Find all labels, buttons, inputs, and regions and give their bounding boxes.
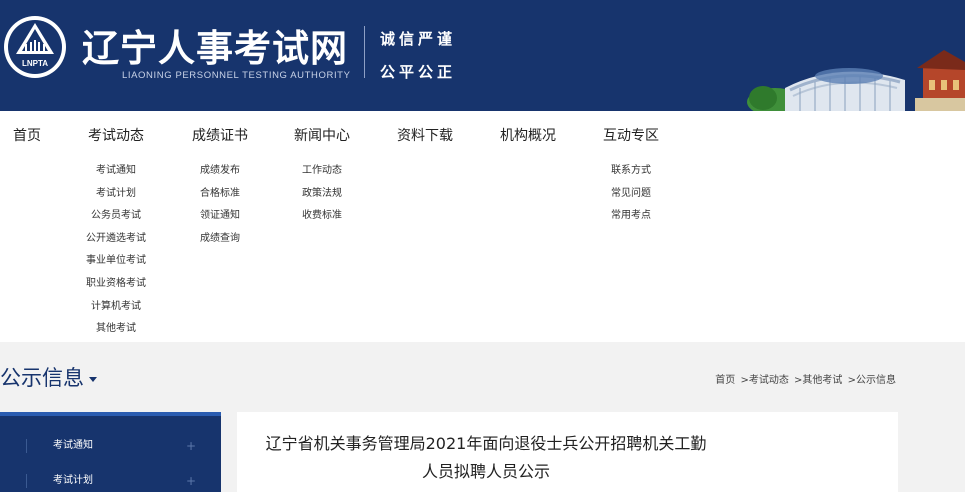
submenu-item[interactable]: 合格标准 <box>178 183 262 206</box>
site-subtitle: LIAONING PERSONNEL TESTING AUTHORITY <box>122 70 351 81</box>
nav-item-news[interactable]: 新闻中心 <box>280 111 364 159</box>
nav-col-downloads: 资料下载 <box>383 111 467 159</box>
submenu-item[interactable]: 领证通知 <box>178 205 262 228</box>
nav-col-home: 首页 <box>10 111 44 159</box>
submenu-item[interactable]: 成绩发布 <box>178 160 262 183</box>
logo-text: LNPTA <box>22 59 48 68</box>
submenu-item[interactable]: 职业资格考试 <box>74 273 158 296</box>
nav-item-home[interactable]: 首页 <box>10 111 44 159</box>
article-title-line1: 辽宁省机关事务管理局2021年面向退役士兵公开招聘机关工勤 <box>265 434 707 453</box>
main-nav: 首页 考试动态 考试通知 考试计划 公务员考试 公开遴选考试 事业单位考试 职业… <box>0 111 965 342</box>
breadcrumb-item[interactable]: >考试动态 <box>740 375 788 386</box>
submenu-item[interactable]: 考试通知 <box>74 160 158 183</box>
submenu-item[interactable]: 事业单位考试 <box>74 250 158 273</box>
submenu-item[interactable]: 其他考试 <box>74 318 158 341</box>
breadcrumb-item[interactable]: 首页 <box>715 375 735 386</box>
sidebar-menu: 考试通知 + 考试计划 + <box>0 412 221 492</box>
nav-col-about: 机构概况 <box>486 111 570 159</box>
caret-down-icon <box>89 376 97 382</box>
nav-col-interactive: 互动专区 联系方式 常见问题 常用考点 <box>589 111 673 228</box>
breadcrumb: 首页 >考试动态 >其他考试 >公示信息 <box>715 371 898 386</box>
nav-col-news: 新闻中心 工作动态 政策法规 收费标准 <box>280 111 364 228</box>
main-content: 公示信息 首页 >考试动态 >其他考试 >公示信息 考试通知 + 考试计划 + … <box>0 342 965 492</box>
submenu-item[interactable]: 常见问题 <box>589 183 673 206</box>
submenu-item[interactable]: 考试计划 <box>74 183 158 206</box>
submenu-item[interactable]: 公开遴选考试 <box>74 228 158 251</box>
motto-line-1: 诚信严谨 <box>380 30 457 48</box>
motto-line-2: 公平公正 <box>380 63 457 81</box>
submenu-interactive: 联系方式 常见问题 常用考点 <box>589 160 673 228</box>
submenu-scores: 成绩发布 合格标准 领证通知 成绩查询 <box>178 160 262 250</box>
sidebar-item-exam-notice[interactable]: 考试通知 + <box>0 429 221 463</box>
sidebar-item-exam-plan[interactable]: 考试计划 + <box>0 464 221 492</box>
submenu-item[interactable]: 收费标准 <box>280 205 364 228</box>
submenu-news: 工作动态 政策法规 收费标准 <box>280 160 364 228</box>
breadcrumb-item[interactable]: >公示信息 <box>848 375 896 386</box>
article-title: 辽宁省机关事务管理局2021年面向退役士兵公开招聘机关工勤 人员拟聘人员公示 <box>241 430 731 486</box>
sidebar-item-label: 考试计划 <box>53 475 93 486</box>
nav-item-downloads[interactable]: 资料下载 <box>383 111 467 159</box>
stadium-image <box>747 50 965 111</box>
submenu-item[interactable]: 计算机考试 <box>74 296 158 319</box>
breadcrumb-item[interactable]: >其他考试 <box>794 375 842 386</box>
nav-item-scores[interactable]: 成绩证书 <box>178 111 262 159</box>
submenu-item[interactable]: 常用考点 <box>589 205 673 228</box>
submenu-item[interactable]: 联系方式 <box>589 160 673 183</box>
nav-item-about[interactable]: 机构概况 <box>486 111 570 159</box>
submenu-item[interactable]: 成绩查询 <box>178 228 262 251</box>
plus-icon[interactable]: + <box>186 429 196 463</box>
nav-col-exam-news: 考试动态 考试通知 考试计划 公务员考试 公开遴选考试 事业单位考试 职业资格考… <box>74 111 158 341</box>
submenu-item[interactable]: 工作动态 <box>280 160 364 183</box>
lnpta-logo-icon[interactable]: LNPTA <box>2 14 68 80</box>
submenu-item[interactable]: 政策法规 <box>280 183 364 206</box>
submenu-exam-news: 考试通知 考试计划 公务员考试 公开遴选考试 事业单位考试 职业资格考试 计算机… <box>74 160 158 341</box>
nav-item-interactive[interactable]: 互动专区 <box>589 111 673 159</box>
nav-item-exam-news[interactable]: 考试动态 <box>74 111 158 159</box>
site-title[interactable]: 辽宁人事考试网 <box>82 18 348 72</box>
article-title-line2: 人员拟聘人员公示 <box>421 462 550 481</box>
sidebar-item-label: 考试通知 <box>53 440 93 451</box>
plus-icon[interactable]: + <box>186 464 196 492</box>
site-header: LNPTA 辽宁人事考试网 LIAONING PERSONNEL TESTING… <box>0 0 965 111</box>
sidebar-item-marker <box>26 474 27 488</box>
header-divider <box>364 26 365 78</box>
sidebar-item-marker <box>26 439 27 453</box>
article-panel: 辽宁省机关事务管理局2021年面向退役士兵公开招聘机关工勤 人员拟聘人员公示 <box>237 412 898 492</box>
page-title-text: 公示信息 <box>0 366 84 390</box>
nav-col-scores: 成绩证书 成绩发布 合格标准 领证通知 成绩查询 <box>178 111 262 250</box>
page-title[interactable]: 公示信息 <box>0 362 97 392</box>
submenu-item[interactable]: 公务员考试 <box>74 205 158 228</box>
